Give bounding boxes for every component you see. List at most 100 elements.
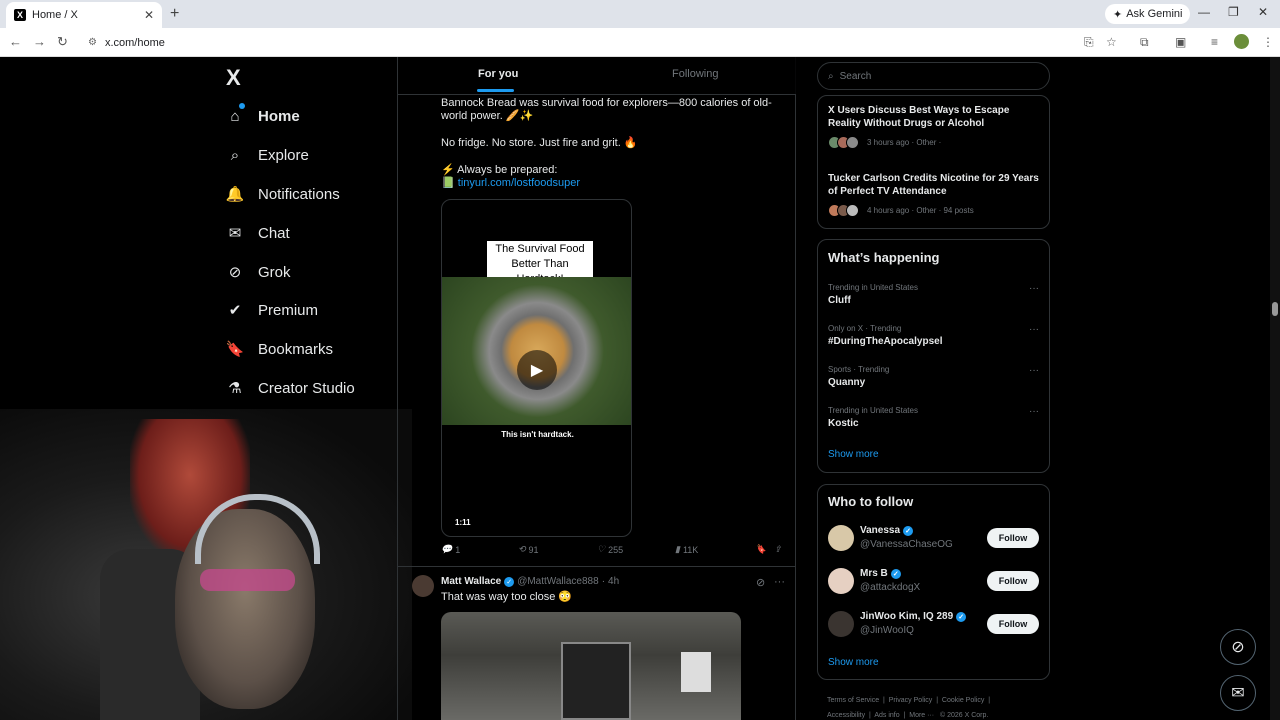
follow-suggestion-name[interactable]: Vanessa ✓ [860, 525, 914, 536]
nav-item-chat[interactable]: ✉ Chat [226, 224, 290, 243]
trend-name[interactable]: Quanny [828, 377, 865, 388]
grok-fab-icon[interactable]: ⊘ [1220, 629, 1256, 665]
post-video[interactable]: The Survival Food Better Than Hardtack! … [441, 199, 632, 537]
profile-avatar[interactable] [1234, 34, 1249, 49]
reply-icon: 💬 [441, 544, 453, 554]
close-tab-icon[interactable]: ✕ [144, 8, 154, 22]
news-title[interactable]: Tucker Carlson Credits Nicotine for 29 Y… [828, 172, 1043, 198]
trend-context: Trending in United States [828, 283, 918, 292]
footer-privacy[interactable]: Privacy Policy [889, 697, 933, 704]
follow-suggestion-name[interactable]: Mrs B ✓ [860, 568, 901, 579]
menu-icon[interactable]: ⋮ [1262, 35, 1274, 49]
show-more-link[interactable]: Show more [828, 657, 879, 668]
post-divider [398, 566, 796, 567]
show-more-link[interactable]: Show more [828, 449, 879, 460]
user-handle[interactable]: @attackdogX [860, 582, 920, 593]
author-name[interactable]: Matt Wallace [441, 576, 501, 587]
extensions-icon[interactable]: ⧉ [1140, 35, 1149, 50]
bookmark-icon: 🔖 [755, 544, 767, 554]
tab-following[interactable]: Following [672, 68, 718, 80]
nav-item-bookmarks[interactable]: 🔖 Bookmarks [226, 340, 333, 359]
install-icon[interactable]: ⎘ [1084, 35, 1094, 50]
repost-button[interactable]: ⟲ 91 [518, 544, 539, 555]
back-icon[interactable]: ← [9, 34, 22, 49]
follow-button[interactable]: Follow [987, 528, 1039, 548]
nav-item-home[interactable]: ⌂ Home [226, 107, 299, 125]
follow-button[interactable]: Follow [987, 571, 1039, 591]
nav-item-label: Chat [258, 224, 290, 242]
footer-terms[interactable]: Terms of Service [827, 697, 879, 704]
footer-ads[interactable]: Ads info [874, 712, 899, 719]
site-info-icon[interactable]: ⚙ [88, 37, 97, 48]
address-bar[interactable]: ⚙ x.com/home [80, 32, 1080, 53]
user-handle[interactable]: @JinWooIQ [860, 625, 914, 636]
webcam-overlay [0, 409, 412, 720]
share-button[interactable]: ⇪ [774, 544, 782, 555]
tab-for-you[interactable]: For you [478, 68, 518, 80]
avatar[interactable] [828, 568, 854, 594]
more-options-icon[interactable]: ··· [774, 576, 785, 588]
scrollbar[interactable] [1270, 57, 1280, 720]
play-icon[interactable]: ▶ [517, 350, 557, 390]
more-options-icon[interactable]: ··· [1029, 324, 1039, 335]
nav-item-explore[interactable]: ⌕ Explore [226, 146, 309, 164]
avatar[interactable] [828, 611, 854, 637]
more-options-icon[interactable]: ··· [1029, 406, 1039, 417]
repost-count: 91 [528, 544, 539, 555]
grok-post-icon[interactable]: ⊘ [756, 576, 765, 589]
nav-item-grok[interactable]: ⊘ Grok [226, 263, 291, 282]
nav-item-creator-studio[interactable]: ⚗ Creator Studio [226, 379, 354, 398]
minimize-icon[interactable]: — [1198, 5, 1210, 19]
messages-fab-icon[interactable]: ✉ [1220, 675, 1256, 711]
follow-button[interactable]: Follow [987, 614, 1039, 634]
bookmark-star-icon[interactable]: ☆ [1106, 35, 1117, 49]
url-text: x.com/home [104, 36, 165, 49]
new-tab-button[interactable]: + [170, 5, 179, 23]
footer-accessibility[interactable]: Accessibility [827, 712, 865, 719]
bookmark-button[interactable]: 🔖 [755, 544, 766, 555]
footer-more[interactable]: More ··· [909, 712, 934, 719]
user-name: Mrs B [860, 568, 888, 579]
avatar[interactable] [828, 525, 854, 551]
close-window-icon[interactable]: ✕ [1258, 5, 1268, 19]
views-button[interactable]: ▮ 11K [675, 544, 698, 555]
trend-name[interactable]: Kostic [828, 418, 859, 429]
forward-icon[interactable]: → [33, 34, 46, 49]
nav-item-premium[interactable]: ✔ Premium [226, 301, 318, 320]
browser-tab[interactable]: X Home / X ✕ [6, 2, 162, 28]
news-meta: 3 hours ago · Other · [828, 136, 941, 149]
follow-suggestion-name[interactable]: JinWoo Kim, IQ 289 ✓ [860, 611, 967, 622]
author-handle[interactable]: @MattWallace888 [517, 576, 598, 587]
trend-name[interactable]: #DuringTheApocalypsel [828, 336, 942, 347]
gemini-sparkle-icon: ✦ [1113, 8, 1123, 21]
scrollbar-thumb[interactable] [1272, 302, 1278, 316]
media-icon[interactable]: ≡ [1211, 35, 1218, 49]
news-title[interactable]: X Users Discuss Best Ways to Escape Real… [828, 104, 1043, 130]
x-logo[interactable]: X [226, 65, 241, 91]
restore-icon[interactable]: ❐ [1228, 5, 1239, 19]
avatar[interactable] [412, 575, 434, 597]
like-button[interactable]: ♡ 255 [597, 544, 623, 555]
user-name: Vanessa [860, 525, 901, 536]
trend-name[interactable]: Cluff [828, 295, 851, 306]
nav-item-notifications[interactable]: 🔔 Notifications [226, 185, 340, 204]
more-options-icon[interactable]: ··· [1029, 365, 1039, 376]
reply-button[interactable]: 💬 1 [441, 544, 460, 555]
share-icon: ⇪ [774, 544, 782, 554]
footer-cookie[interactable]: Cookie Policy [942, 697, 984, 704]
post-text-line: ⚡ Always be prepared: [441, 164, 558, 176]
search-input[interactable]: ⌕ Search [817, 62, 1050, 90]
video-frame-door [561, 642, 631, 720]
more-options-icon[interactable]: ··· [1029, 283, 1039, 294]
footer-copyright: © 2026 X Corp. [939, 712, 989, 719]
user-handle[interactable]: @VanessaChaseOG [860, 539, 953, 550]
verified-badge-icon: ✓ [504, 576, 515, 587]
repost-icon: ⟲ [518, 544, 526, 554]
post-video[interactable] [441, 612, 741, 720]
ask-gemini-button[interactable]: ✦ Ask Gemini [1105, 4, 1191, 24]
post-link[interactable]: tinyurl.com/lostfoodsuper [458, 177, 580, 189]
premium-icon: ✔ [228, 302, 242, 319]
sidepanel-icon[interactable]: ▣ [1175, 35, 1186, 49]
reload-icon[interactable]: ↻ [57, 34, 68, 50]
post-time[interactable]: 4h [608, 576, 619, 587]
